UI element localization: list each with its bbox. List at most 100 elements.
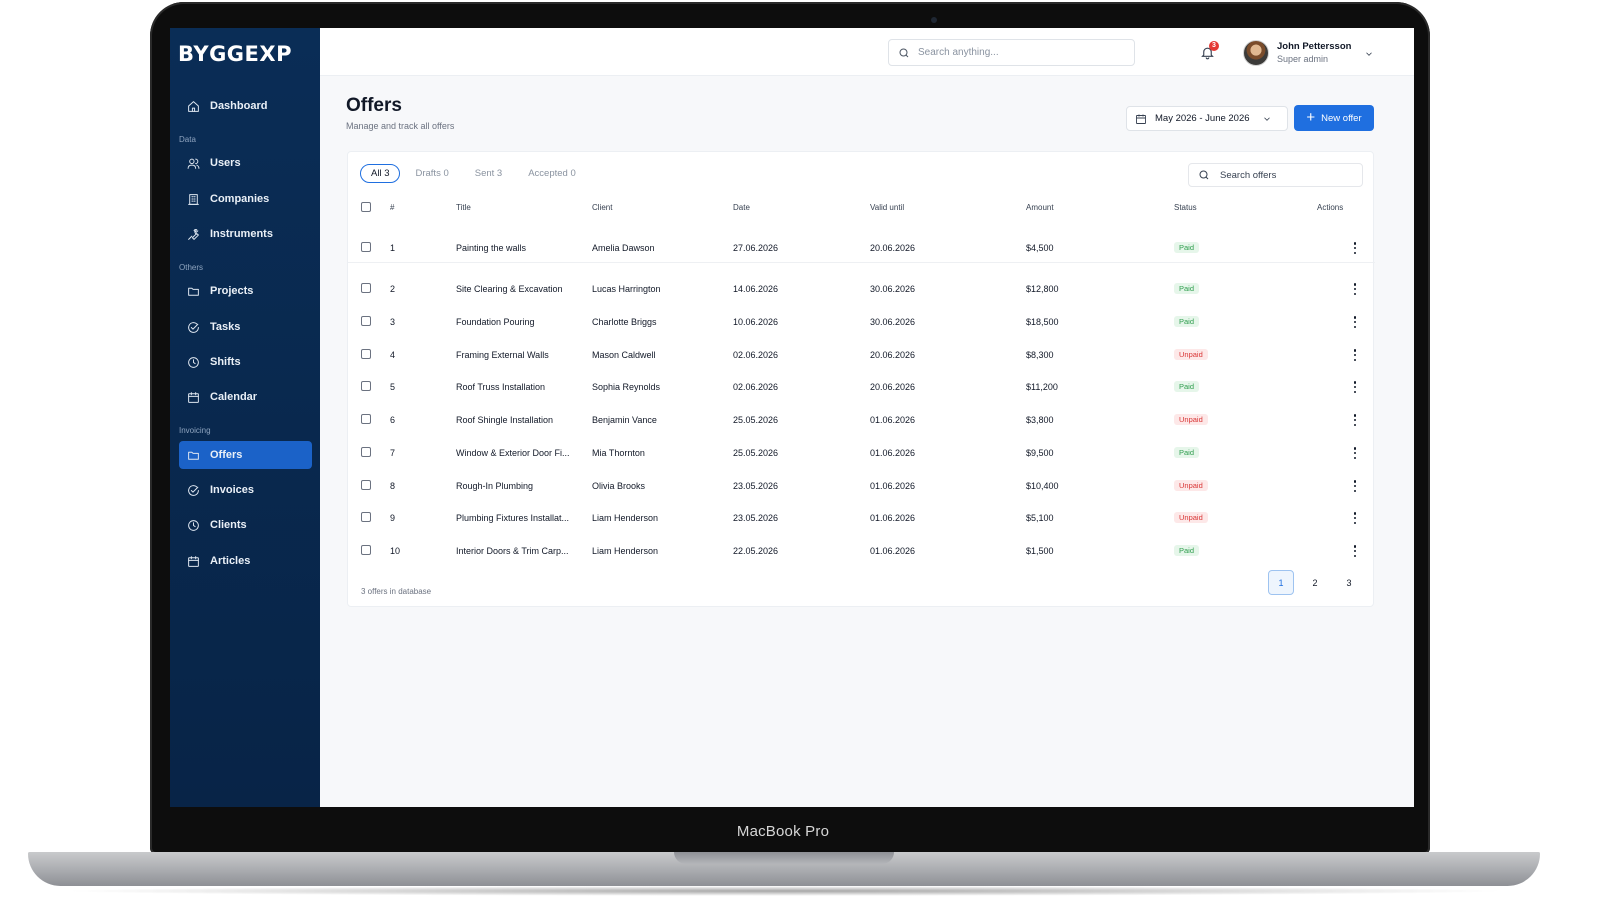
date-range-label: May 2026 - June 2026: [1155, 113, 1250, 124]
row-checkbox[interactable]: [361, 381, 371, 391]
column-header-actions: Actions: [1317, 203, 1344, 212]
row-checkbox[interactable]: [361, 414, 371, 424]
cell-valid: 01.06.2026: [870, 415, 916, 425]
tab-accepted[interactable]: Accepted 0: [528, 168, 576, 179]
cell-title: Plumbing Fixtures Installat...: [456, 513, 570, 523]
app-screen: BYGGEXP Dashboard Data Users Companies I…: [170, 28, 1414, 807]
plus-icon: +: [1306, 109, 1316, 126]
cell-client: Sophia Reynolds: [592, 382, 661, 392]
cell-title: Painting the walls: [456, 243, 527, 253]
top-bar: 3 John Pettersson Super admin: [320, 28, 1414, 76]
more-vertical-icon[interactable]: [1353, 512, 1357, 524]
sidebar-item-tasks[interactable]: Tasks: [179, 313, 312, 341]
avatar[interactable]: [1243, 40, 1269, 66]
row-checkbox[interactable]: [361, 512, 371, 522]
cell-date: 22.05.2026: [733, 546, 779, 556]
camera: [931, 17, 937, 23]
sidebar-section-invoicing: Invoicing: [179, 426, 211, 435]
sidebar-item-projects[interactable]: Projects: [179, 277, 312, 305]
more-vertical-icon[interactable]: [1353, 283, 1357, 295]
cell-client: Liam Henderson: [592, 513, 659, 523]
more-vertical-icon[interactable]: [1353, 349, 1357, 361]
row-checkbox[interactable]: [361, 447, 371, 457]
sidebar-item-companies[interactable]: Companies: [179, 185, 312, 213]
row-checkbox[interactable]: [361, 480, 371, 490]
sidebar-item-label: Instruments: [210, 228, 273, 240]
more-vertical-icon[interactable]: [1353, 447, 1357, 459]
new-offer-button[interactable]: + New offer: [1294, 105, 1374, 131]
cell-num: 10: [390, 546, 401, 556]
column-header-date[interactable]: Date: [733, 203, 750, 212]
date-range-picker[interactable]: May 2026 - June 2026: [1126, 106, 1288, 131]
select-all-checkbox[interactable]: [361, 202, 371, 212]
sidebar-item-users[interactable]: Users: [179, 149, 312, 177]
page-button-3[interactable]: 3: [1336, 570, 1362, 595]
sidebar-item-articles[interactable]: Articles: [179, 547, 312, 575]
cell-title: Foundation Pouring: [456, 317, 535, 327]
more-vertical-icon[interactable]: [1353, 316, 1357, 328]
cell-title: Window & Exterior Door Fi...: [456, 448, 570, 458]
column-header-valid-until[interactable]: Valid until: [870, 203, 904, 212]
column-header-status[interactable]: Status: [1174, 203, 1197, 212]
cell-amount: $8,300: [1026, 350, 1054, 360]
column-header-title[interactable]: Title: [456, 203, 471, 212]
user-menu-toggle[interactable]: [1364, 46, 1376, 58]
row-checkbox[interactable]: [361, 349, 371, 359]
sidebar-item-label: Articles: [210, 555, 251, 567]
tab-sent[interactable]: Sent 3: [475, 168, 502, 179]
clock-icon: [188, 519, 199, 531]
cell-valid: 20.06.2026: [870, 382, 916, 392]
sidebar-item-dashboard[interactable]: Dashboard: [179, 92, 312, 120]
user-name: John Pettersson: [1277, 41, 1352, 52]
notifications-button[interactable]: 3: [1200, 41, 1219, 61]
cell-valid: 01.06.2026: [870, 513, 916, 523]
row-checkbox[interactable]: [361, 545, 371, 555]
more-vertical-icon[interactable]: [1353, 242, 1357, 254]
status-badge: Paid: [1174, 242, 1200, 253]
sidebar-item-shifts[interactable]: Shifts: [179, 348, 312, 376]
chevron-down-icon: [1366, 52, 1372, 56]
more-vertical-icon[interactable]: [1353, 381, 1357, 393]
cell-client: Liam Henderson: [592, 546, 659, 556]
column-header-amount[interactable]: Amount: [1026, 203, 1054, 212]
sidebar: BYGGEXP Dashboard Data Users Companies I…: [170, 28, 320, 807]
status-badge: Unpaid: [1174, 349, 1208, 360]
table-search-input[interactable]: [1220, 169, 1355, 181]
cell-client: Mason Caldwell: [592, 350, 656, 360]
cell-valid: 01.06.2026: [870, 546, 916, 556]
tab-drafts[interactable]: Drafts 0: [415, 168, 448, 179]
tab-all[interactable]: All 3: [360, 164, 401, 183]
cell-title: Framing External Walls: [456, 350, 549, 360]
more-vertical-icon[interactable]: [1353, 414, 1357, 426]
row-checkbox[interactable]: [361, 242, 371, 252]
clock-icon: [188, 356, 199, 368]
cell-amount: $5,100: [1026, 513, 1054, 523]
cell-valid: 20.06.2026: [870, 243, 916, 253]
laptop-base-notch: [674, 852, 894, 864]
calendar-icon: [188, 555, 199, 567]
sidebar-section-data: Data: [179, 135, 196, 144]
row-checkbox[interactable]: [361, 283, 371, 293]
page-subtitle: Manage and track all offers: [346, 121, 455, 131]
page-button-1[interactable]: 1: [1268, 570, 1294, 595]
calendar-icon: [1136, 114, 1146, 124]
cell-num: 6: [390, 415, 396, 425]
global-search[interactable]: [888, 39, 1135, 66]
sidebar-item-calendar[interactable]: Calendar: [179, 383, 312, 411]
more-vertical-icon[interactable]: [1353, 480, 1357, 492]
cell-amount: $11,200: [1026, 382, 1058, 392]
column-header-client[interactable]: Client: [592, 203, 612, 212]
more-vertical-icon[interactable]: [1353, 545, 1357, 557]
cell-title: Roof Truss Installation: [456, 382, 546, 392]
cell-valid: 30.06.2026: [870, 284, 916, 294]
sidebar-item-invoices[interactable]: Invoices: [179, 476, 312, 504]
page-button-2[interactable]: 2: [1302, 570, 1328, 595]
row-checkbox[interactable]: [361, 316, 371, 326]
sidebar-item-clients[interactable]: Clients: [179, 511, 312, 539]
global-search-input[interactable]: [918, 47, 1118, 58]
sidebar-item-offers[interactable]: Offers: [179, 441, 312, 469]
table-search[interactable]: [1188, 163, 1363, 187]
cell-num: 3: [390, 317, 396, 327]
sidebar-item-label: Companies: [210, 193, 270, 205]
sidebar-item-instruments[interactable]: Instruments: [179, 220, 312, 248]
